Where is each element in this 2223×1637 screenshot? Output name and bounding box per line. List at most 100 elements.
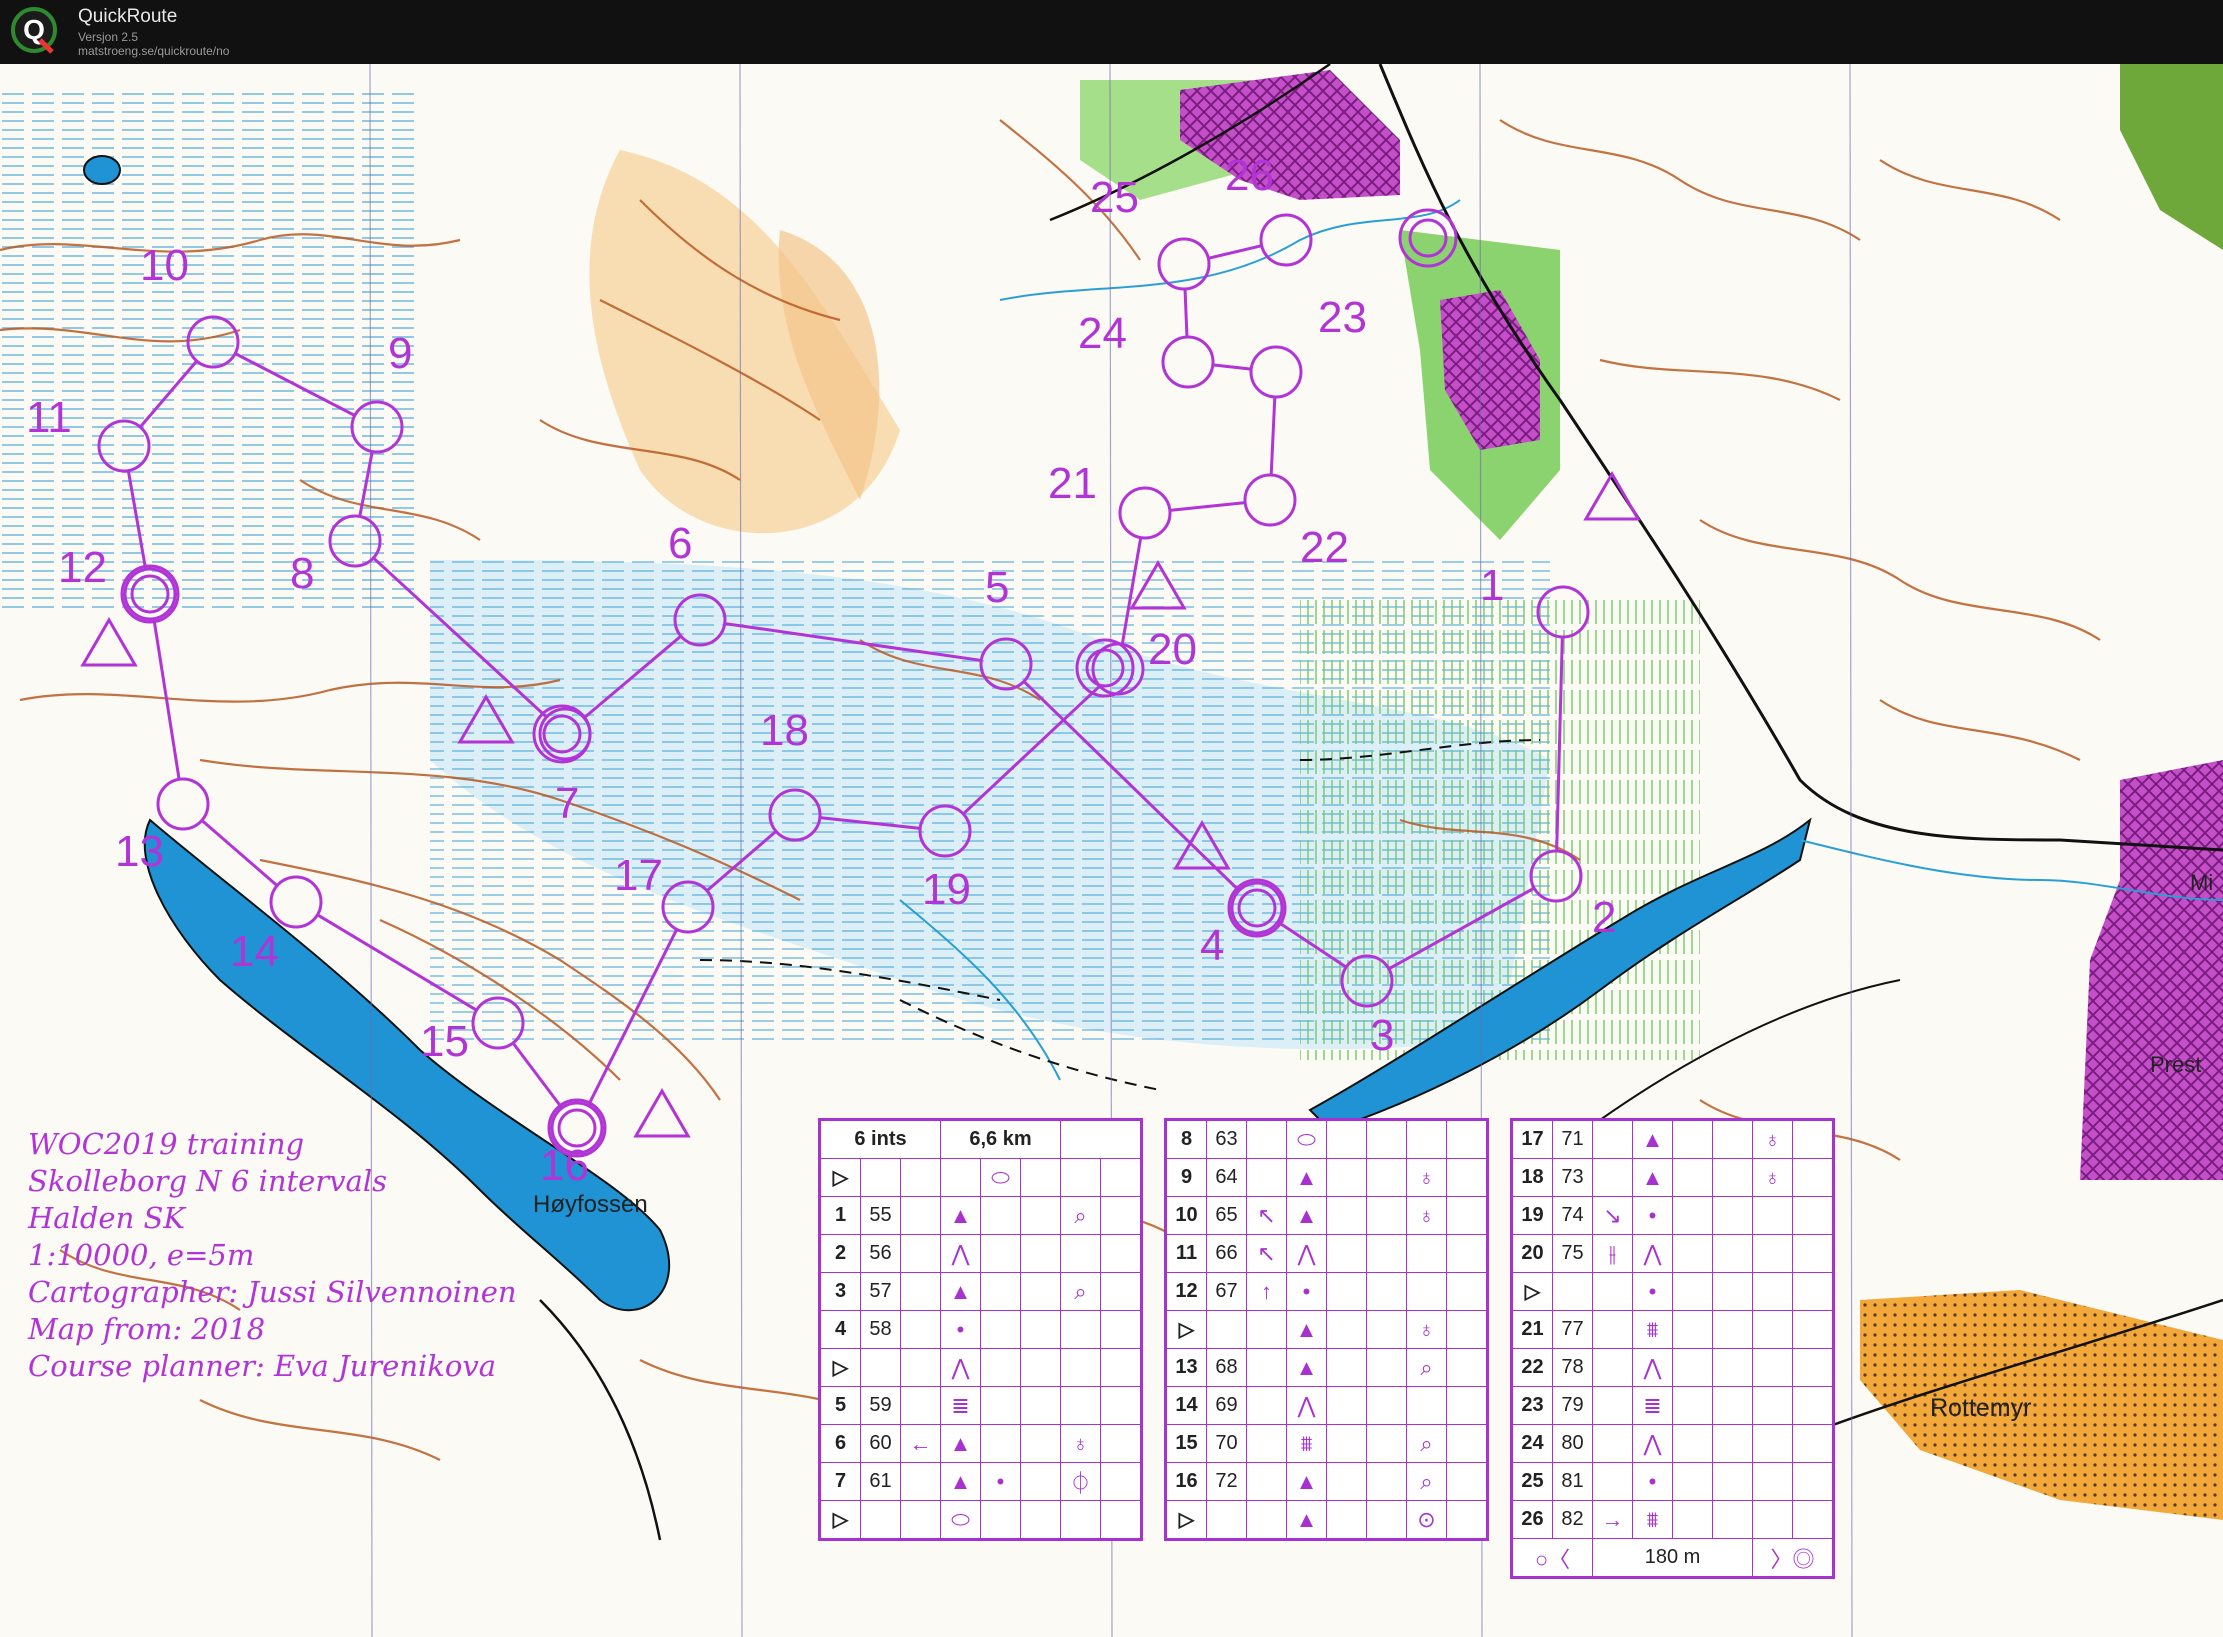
description-cell [1100, 1310, 1142, 1349]
description-symbol [900, 1462, 941, 1501]
control-number: 3 [819, 1272, 861, 1311]
description-symbol [1246, 1500, 1287, 1540]
description-symbol [1326, 1462, 1367, 1501]
control-number-label: 26 [1225, 151, 1274, 200]
description-symbol: ⋀ [1286, 1234, 1327, 1273]
info-line: Cartographer: Jussi Silvennoinen [28, 1275, 517, 1309]
control-number-label: 19 [922, 865, 971, 914]
description-symbol [900, 1234, 941, 1273]
description-symbol [1326, 1196, 1367, 1235]
description-row: 19 74 ↘ • [1511, 1196, 1834, 1235]
description-row: 20 75 ⫲ ⋀ [1511, 1234, 1834, 1273]
description-symbol [1672, 1272, 1713, 1311]
description-symbol [1326, 1310, 1367, 1349]
description-symbol: ▲ [940, 1272, 981, 1311]
control-code [860, 1500, 901, 1540]
description-symbol [1060, 1500, 1101, 1540]
description-row: 8 63 ⬭ [1165, 1119, 1488, 1159]
control-number-label: 10 [140, 241, 189, 290]
control-number-label: 20 [1148, 625, 1197, 674]
description-symbol: → [1592, 1500, 1633, 1539]
description-symbol: ⋀ [1632, 1424, 1673, 1463]
description-cell [1446, 1158, 1488, 1197]
control-number-label: 21 [1048, 459, 1097, 508]
description-row: 24 80 ⋀ [1511, 1424, 1834, 1463]
control-number-label: 25 [1090, 173, 1139, 222]
description-row: 13 68 ▲ ⌕ [1165, 1348, 1488, 1387]
description-cell [1712, 1424, 1753, 1463]
control-number: 14 [1165, 1386, 1207, 1425]
description-symbol [1246, 1424, 1287, 1463]
description-cell [1446, 1272, 1488, 1311]
description-symbol [1752, 1272, 1793, 1311]
description-symbol: ♁ [1406, 1196, 1447, 1235]
description-symbol [980, 1348, 1021, 1387]
control-code: 77 [1552, 1310, 1593, 1349]
control-code: 68 [1206, 1348, 1247, 1387]
info-line: Halden SK [28, 1201, 186, 1235]
description-cell [1020, 1500, 1061, 1540]
description-symbol [1752, 1234, 1793, 1273]
description-symbol: ▲ [1286, 1462, 1327, 1501]
orienteering-map[interactable]: 1 2 3 4 5 6 7 8 9 10 11 12 13 14 15 16 17 18 19 20 21 22 23 24 2… [0, 64, 2223, 1637]
description-row: 17 71 ▲ ♁ [1511, 1119, 1834, 1159]
control-code: 59 [860, 1386, 901, 1425]
description-symbol: ♁ [1752, 1158, 1793, 1197]
title-bar: Q QuickRoute Versjon 2.5 matstroeng.se/q… [0, 0, 2223, 64]
description-cell [1446, 1234, 1488, 1273]
description-cell [1792, 1119, 1834, 1159]
description-row: 7 61 ▲ • ⏀ [819, 1462, 1142, 1501]
control-code: 70 [1206, 1424, 1247, 1463]
description-cell [1366, 1119, 1407, 1159]
description-cell [1792, 1310, 1834, 1349]
control-number-label: 8 [290, 549, 314, 598]
control-code: 72 [1206, 1462, 1247, 1501]
description-symbol [1672, 1386, 1713, 1425]
info-line: Course planner: Eva Jurenikova [28, 1349, 496, 1383]
control-number: 10 [1165, 1196, 1207, 1235]
description-symbol [1060, 1310, 1101, 1349]
course-length: 6,6 km [940, 1119, 1061, 1159]
description-row: 5 59 ≣ [819, 1386, 1142, 1425]
description-row: 25 81 • [1511, 1462, 1834, 1501]
description-symbol [900, 1196, 941, 1235]
description-symbol [980, 1386, 1021, 1425]
control-number: 7 [819, 1462, 861, 1501]
course-leg [1183, 288, 1189, 338]
description-symbol: ▲ [1286, 1158, 1327, 1197]
place-name-town-a: Mi [2190, 870, 2214, 895]
description-symbol: ⫲ [1592, 1234, 1633, 1273]
control-number: ▷ [819, 1348, 861, 1387]
description-symbol [1326, 1424, 1367, 1463]
description-cell [1712, 1158, 1753, 1197]
control-code: 55 [860, 1196, 901, 1235]
info-line: Skolleborg N 6 intervals [28, 1164, 388, 1198]
description-symbol [1246, 1462, 1287, 1501]
description-row: ▷ ▲ ♁ [1165, 1310, 1488, 1349]
description-symbol: ⊙ [1406, 1500, 1447, 1540]
description-symbol: • [980, 1462, 1021, 1501]
description-cell [1366, 1386, 1407, 1425]
description-symbol: • [940, 1310, 981, 1349]
control-code: 65 [1206, 1196, 1247, 1235]
control-number: 4 [819, 1310, 861, 1349]
description-cell [1366, 1272, 1407, 1311]
control-number-label: 11 [26, 393, 72, 442]
description-cell [1446, 1348, 1488, 1387]
control-number: 24 [1511, 1424, 1553, 1463]
description-row: 16 72 ▲ ⌕ [1165, 1462, 1488, 1501]
description-symbol: ▲ [940, 1196, 981, 1235]
description-cell [1100, 1500, 1142, 1540]
description-symbol: ♁ [1406, 1310, 1447, 1349]
description-cell [1020, 1424, 1061, 1463]
place-name-marsh: Rottemyr [1930, 1394, 2032, 1422]
description-symbol: ⌕ [1406, 1424, 1447, 1463]
description-cell [1792, 1158, 1834, 1197]
description-cell [1712, 1500, 1753, 1539]
description-cell [1100, 1196, 1142, 1235]
description-symbol: ⩩ [1286, 1424, 1327, 1463]
description-symbol: ▲ [1286, 1310, 1327, 1349]
control-number: 16 [1165, 1462, 1207, 1501]
description-cell [1446, 1424, 1488, 1463]
info-line: Map from: 2018 [28, 1312, 266, 1346]
